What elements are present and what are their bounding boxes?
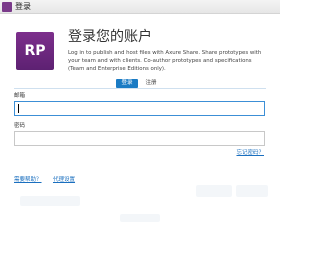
email-label: 邮箱: [14, 93, 26, 99]
blurred-button: [236, 185, 268, 197]
email-field[interactable]: [14, 101, 265, 116]
blurred-region: [20, 196, 80, 206]
password-label: 密码: [14, 123, 26, 129]
page-title: 登录您的账户: [68, 29, 152, 45]
help-link[interactable]: 需要帮助？: [14, 177, 42, 184]
axure-rp-logo: RP: [16, 32, 54, 70]
app-icon: [2, 2, 12, 12]
tab-divider: [14, 88, 266, 89]
text-caret: [18, 104, 19, 113]
login-description: Log in to publish and host files with Ax…: [68, 50, 262, 72]
window-title: 登录: [15, 2, 31, 11]
blurred-region: [120, 214, 160, 222]
tab-register[interactable]: 注册: [140, 79, 162, 88]
proxy-settings-link[interactable]: 代理设置: [53, 177, 75, 184]
tab-login[interactable]: 登录: [116, 79, 138, 88]
forgot-password-link[interactable]: 忘记密码？: [236, 150, 264, 157]
window-titlebar: 登录: [0, 0, 280, 14]
password-field[interactable]: [14, 131, 265, 146]
blurred-button: [196, 185, 232, 197]
